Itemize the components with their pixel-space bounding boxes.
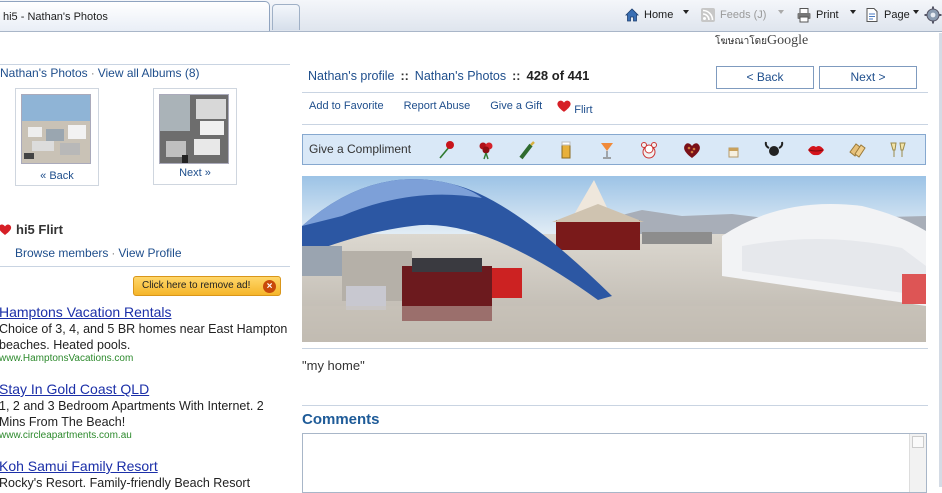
next-thumb-image — [159, 94, 229, 164]
compliment-label: Give a Compliment — [309, 142, 412, 156]
nathans-photos-link[interactable]: Nathan's Photos — [415, 69, 506, 83]
google-logo: Google — [767, 33, 809, 48]
flirt-label: Flirt — [574, 104, 593, 116]
compliment-bar: Give a Compliment — [302, 134, 926, 165]
tab-title: hi5 - Nathan's Photos — [3, 11, 108, 23]
divider — [302, 348, 928, 349]
ad-body: 1, 2 and 3 Bedroom Apartments With Inter… — [0, 399, 264, 429]
photo-counter: 428 of 441 — [526, 68, 590, 83]
ad-title-link[interactable]: Koh Samui Family Resort — [0, 458, 289, 474]
ad-item: Koh Samui Family Resort Rocky's Resort. … — [0, 458, 289, 491]
page-dropdown-icon[interactable] — [913, 10, 919, 14]
beer-icon[interactable] — [556, 140, 576, 160]
ad-body: Rocky's Resort. Family-friendly Beach Re… — [0, 476, 251, 490]
print-button[interactable]: Print — [796, 6, 839, 24]
page-icon — [866, 8, 878, 22]
flirt-title-text: hi5 Flirt — [16, 222, 63, 237]
coffee-icon[interactable] — [724, 140, 744, 160]
comment-scrollbar[interactable] — [909, 434, 926, 492]
back-button[interactable]: < Back — [716, 66, 814, 89]
home-button[interactable]: Home — [624, 6, 673, 24]
main-photo[interactable] — [302, 176, 926, 342]
prev-photo-thumb[interactable]: « Back — [15, 88, 99, 186]
photo-header-nav: Nathan's profile:: Nathan's Photos:: 428 o… — [308, 68, 589, 83]
remove-ad-button[interactable]: Click here to remove ad! × — [133, 276, 281, 296]
divider — [0, 266, 290, 267]
photo-actions: Add to Favorite Report Abuse Give a Gift… — [309, 99, 593, 116]
sponsor-prefix: โฆษณาโดย — [715, 36, 768, 47]
divider — [0, 64, 290, 65]
print-dropdown-icon[interactable] — [850, 10, 856, 14]
cocktail-icon[interactable] — [597, 140, 617, 160]
ad-item: Hamptons Vacation Rentals Choice of 3, 4… — [0, 304, 289, 364]
thumb-back-link[interactable]: « Back — [16, 170, 98, 182]
lips-icon[interactable] — [806, 140, 826, 160]
ad-url-link[interactable]: www.HamptonsVacations.com — [0, 353, 289, 364]
add-to-favorite-link[interactable]: Add to Favorite — [309, 100, 384, 112]
scroll-up-icon[interactable] — [912, 436, 924, 448]
rose-icon[interactable] — [436, 140, 456, 160]
nathans-profile-link[interactable]: Nathan's profile — [308, 69, 394, 83]
crumb-photos-link[interactable]: Nathan's Photos — [0, 66, 88, 80]
ad-title-link[interactable]: Hamptons Vacation Rentals — [0, 304, 289, 320]
view-profile-link[interactable]: View Profile — [118, 246, 181, 260]
prev-thumb-image — [21, 94, 91, 164]
ads-by-google[interactable]: โฆษณาโดยGoogle — [715, 33, 808, 49]
photo-caption: "my home" — [302, 358, 365, 373]
flirt-links: Browse members · View Profile — [15, 246, 182, 260]
separator-dot: · — [111, 246, 116, 260]
next-button[interactable]: Next > — [819, 66, 917, 89]
divider — [302, 124, 928, 125]
heart-icon — [0, 224, 12, 235]
chocolates-icon[interactable] — [682, 140, 702, 160]
ad-title-link[interactable]: Stay In Gold Coast QLD — [0, 381, 289, 397]
ad-body: Choice of 3, 4, and 5 BR homes near East… — [0, 322, 288, 352]
ad-item: Stay In Gold Coast QLD 1, 2 and 3 Bedroo… — [0, 381, 289, 441]
ad-url-link[interactable]: www.circleapartments.com.au — [0, 430, 289, 441]
home-dropdown-icon[interactable] — [683, 10, 689, 14]
comments-heading: Comments — [302, 411, 380, 428]
toast-glasses-icon[interactable] — [888, 140, 908, 160]
hi5-flirt-heading: hi5 Flirt — [0, 222, 63, 237]
bouquet-icon[interactable] — [476, 140, 496, 160]
clapping-hands-icon[interactable] — [847, 140, 867, 160]
divider — [302, 92, 928, 93]
print-label: Print — [816, 9, 839, 21]
champagne-icon[interactable] — [517, 140, 537, 160]
tools-gear-icon[interactable] — [924, 6, 942, 24]
nav-separator: :: — [512, 69, 521, 83]
nav-separator: :: — [400, 69, 409, 83]
printer-icon — [797, 8, 811, 23]
view-all-albums-link[interactable]: View all Albums (8) — [98, 66, 200, 80]
feeds-dropdown-icon[interactable] — [778, 10, 784, 14]
feeds-button[interactable]: Feeds (J) — [700, 6, 766, 24]
flirt-link[interactable]: Flirt — [556, 99, 593, 116]
browse-members-link[interactable]: Browse members — [15, 246, 108, 260]
divider — [302, 405, 928, 406]
give-a-gift-link[interactable]: Give a Gift — [490, 100, 542, 112]
report-abuse-link[interactable]: Report Abuse — [404, 100, 471, 112]
home-label: Home — [644, 9, 674, 21]
heart-icon — [557, 100, 571, 112]
page-label: Page — [884, 9, 910, 21]
next-photo-thumb[interactable]: Next » — [153, 88, 237, 185]
teddy-bear-icon[interactable] — [639, 140, 659, 160]
browser-tab[interactable]: hi5 - Nathan's Photos — [0, 1, 270, 31]
new-tab-button[interactable] — [272, 4, 300, 30]
bull-icon[interactable] — [764, 140, 784, 160]
feeds-label: Feeds (J) — [720, 9, 767, 21]
home-icon — [625, 8, 639, 22]
page-button[interactable]: Page — [864, 6, 910, 24]
comment-textarea[interactable] — [302, 433, 927, 493]
feed-icon — [701, 8, 715, 22]
close-icon: × — [263, 280, 276, 293]
remove-ad-label: Click here to remove ad! — [142, 280, 251, 291]
album-breadcrumb: Nathan's Photos · View all Albums (8) — [0, 66, 200, 80]
browser-toolbar: hi5 - Nathan's Photos Home Feeds (J) Pri… — [0, 0, 942, 32]
thumb-next-link[interactable]: Next » — [154, 167, 236, 179]
separator-dot: · — [90, 66, 95, 80]
